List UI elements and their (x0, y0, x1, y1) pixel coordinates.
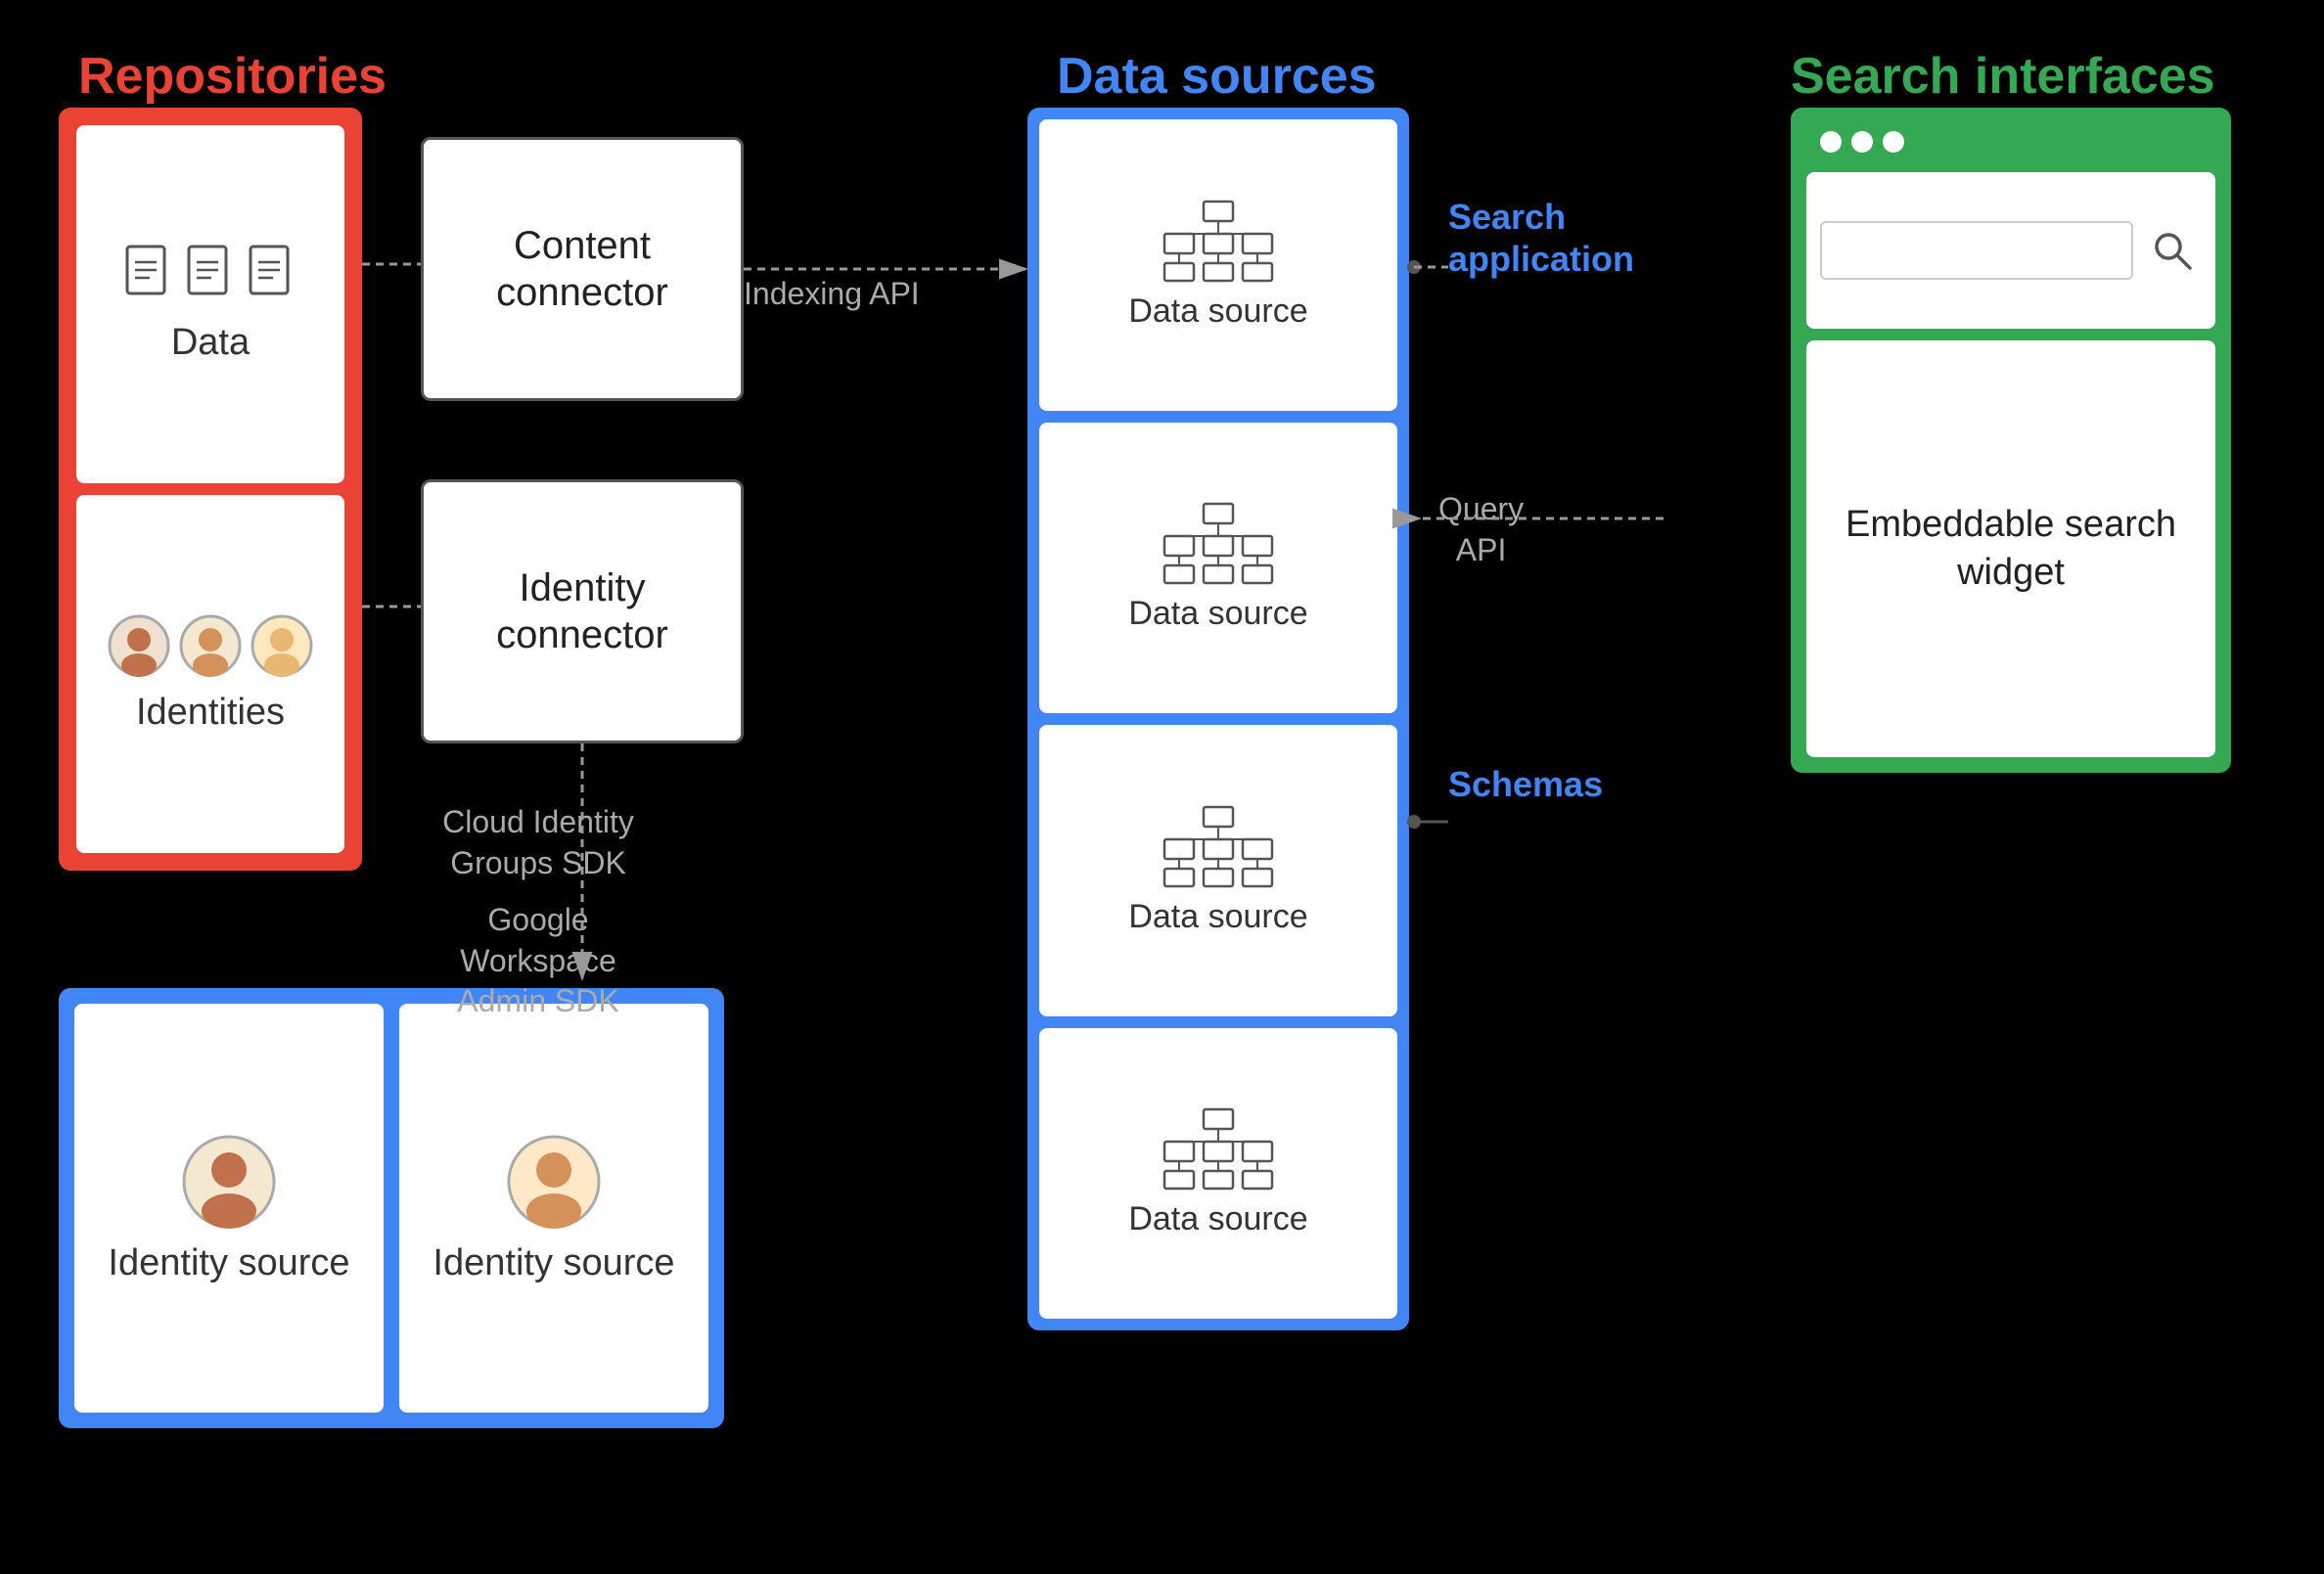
identity-source-icon-1 (180, 1133, 278, 1231)
label-repositories: Repositories (78, 47, 387, 106)
org-chart-icon-4 (1160, 1107, 1277, 1191)
face-icon-2 (179, 614, 243, 678)
repositories-box: Data (59, 108, 362, 871)
search-top-bar (1806, 123, 2215, 160)
label-searchinterfaces: Search interfaces (1791, 47, 2215, 106)
datasource-label-4: Data source (1128, 1200, 1307, 1238)
datasources-box: Data source Data source (1027, 108, 1409, 1330)
face-icon-1 (108, 614, 171, 678)
org-chart-icon-2 (1160, 502, 1277, 585)
data-label: Data (171, 322, 250, 364)
traffic-dot-3 (1883, 131, 1904, 153)
data-icons-row (122, 245, 299, 308)
identity-source-1: Identity source (74, 1004, 384, 1413)
org-chart-icon-3 (1160, 805, 1277, 888)
identity-source-label-1: Identity source (108, 1242, 349, 1284)
identity-connector-box: Identityconnector (421, 479, 744, 743)
widget-label: Embeddable search widget (1826, 501, 2196, 598)
diagram-container: Repositories Data sources Search interfa… (0, 0, 2324, 1574)
datasource-3: Data source (1039, 725, 1397, 1016)
schemas-label: Schemas (1448, 763, 1603, 805)
search-icon (2143, 221, 2202, 280)
content-connector-label: Contentconnector (496, 222, 668, 316)
datasource-2: Data source (1039, 423, 1397, 714)
datasource-label-3: Data source (1128, 898, 1307, 936)
widget-inner: Embeddable search widget (1806, 340, 2215, 757)
identities-label: Identities (136, 692, 285, 734)
google-workspace-label: Google WorkspaceAdmin SDK (411, 900, 665, 1022)
identity-connector-label: Identityconnector (496, 564, 668, 658)
indexing-api-label: Indexing API (744, 274, 920, 315)
datasource-4: Data source (1039, 1028, 1397, 1320)
identity-source-icon-2 (505, 1133, 603, 1231)
search-input-mock[interactable] (1820, 221, 2133, 280)
search-interfaces-box: Embeddable search widget (1791, 108, 2231, 773)
identity-source-2: Identity source (399, 1004, 708, 1413)
doc-icon-2 (184, 245, 238, 308)
face-icon-3 (251, 614, 314, 678)
identity-source-label-2: Identity source (433, 1242, 674, 1284)
datasource-label-2: Data source (1128, 595, 1307, 633)
query-api-label: QueryAPI (1438, 489, 1524, 570)
cloud-identity-label: Cloud IdentityGroups SDK (431, 802, 646, 883)
traffic-dot-1 (1820, 131, 1842, 153)
doc-icon-3 (246, 245, 299, 308)
traffic-dot-2 (1851, 131, 1873, 153)
org-chart-icon-1 (1160, 200, 1277, 283)
doc-icon-1 (122, 245, 176, 308)
search-bar-inner (1806, 172, 2215, 329)
datasource-1: Data source (1039, 119, 1397, 411)
label-datasources: Data sources (1057, 47, 1377, 106)
content-connector-box: Contentconnector (421, 137, 744, 401)
search-application-label: Searchapplication (1448, 196, 1634, 280)
identity-sources-box: Identity source Identity source (59, 988, 724, 1428)
data-box: Data (76, 125, 344, 483)
identity-icons-row (108, 614, 314, 678)
datasource-label-1: Data source (1128, 292, 1307, 331)
identities-box: Identities (76, 495, 344, 853)
